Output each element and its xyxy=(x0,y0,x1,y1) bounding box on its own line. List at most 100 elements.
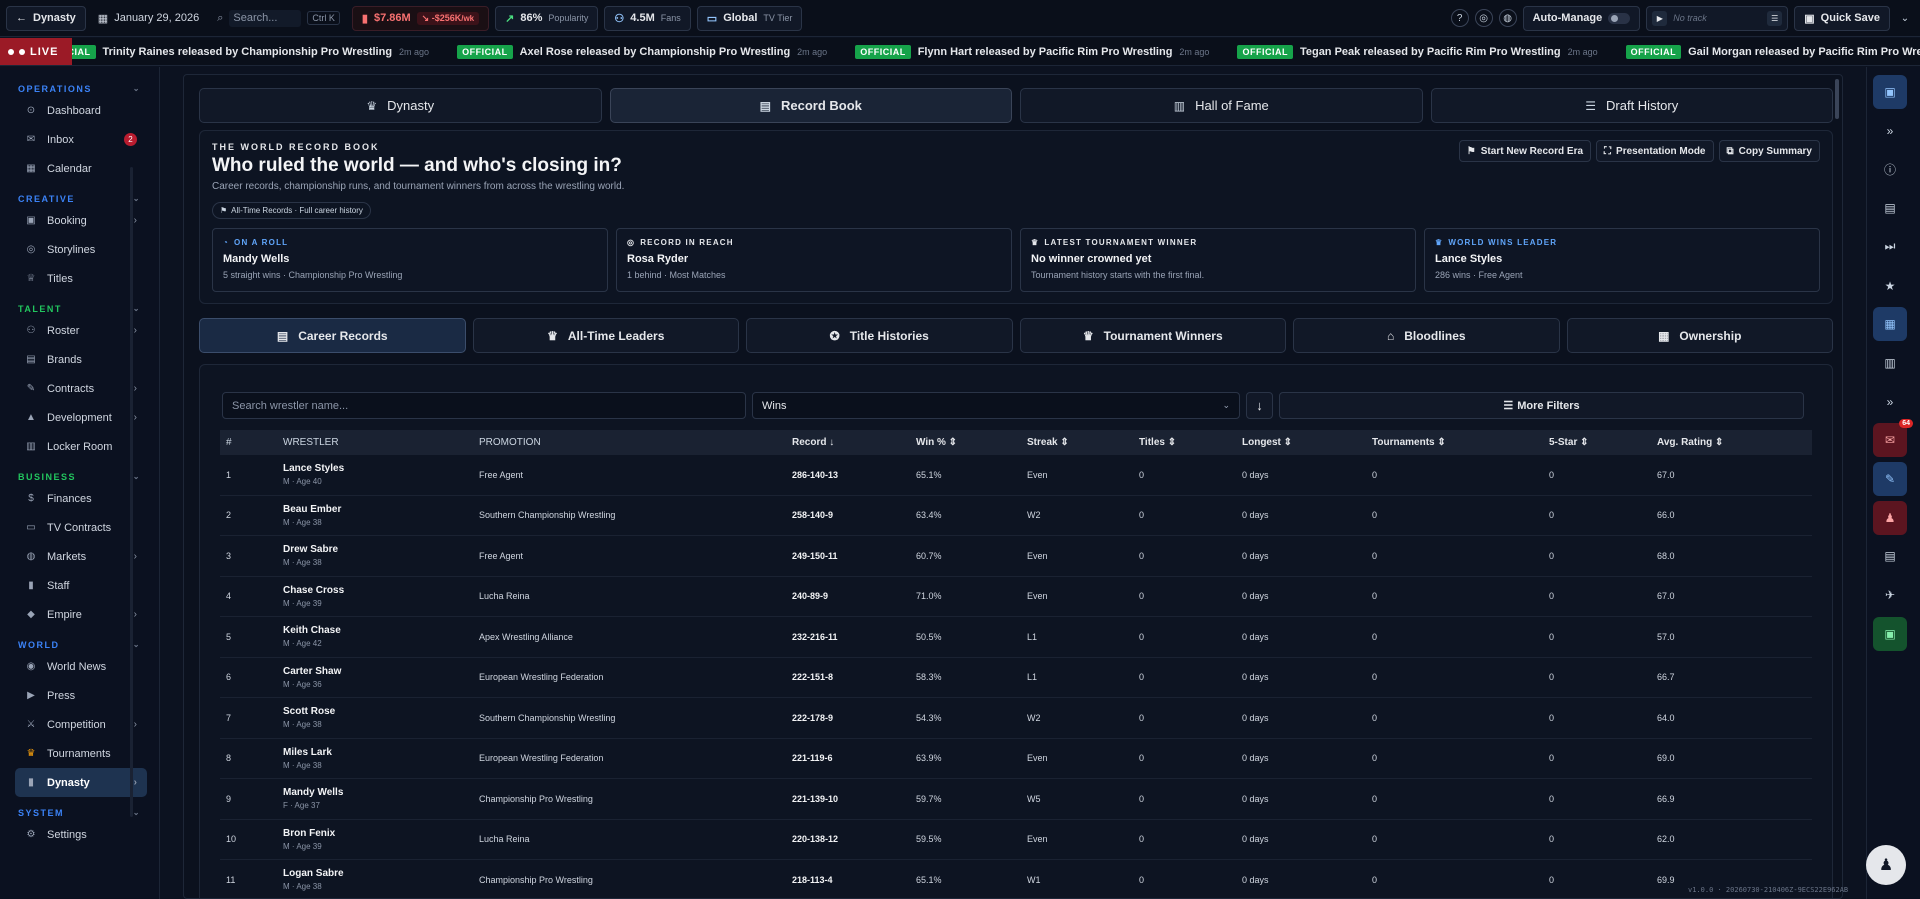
highlight-card[interactable]: ◔ ON A ROLL Mandy Wells 5 straight wins · C… xyxy=(212,228,608,292)
wrestler-name[interactable]: Keith Chase xyxy=(283,625,473,636)
music-player[interactable]: ▶ No track ☰ xyxy=(1646,5,1789,31)
sidebar-section-header[interactable]: WORLD ⌄ xyxy=(18,637,141,652)
sidebar-item-world-news[interactable]: ◉ World News xyxy=(15,652,147,681)
fans-chip[interactable]: ⚇ 4.5M Fans xyxy=(604,5,691,31)
table-row[interactable]: 1 Lance Styles M · Age 40 Free Agent 286-140… xyxy=(220,455,1812,496)
ticker-item[interactable]: OFFICIAL Axel Rose released by Championsh… xyxy=(457,45,827,59)
edit-icon[interactable]: ✎ xyxy=(1873,462,1907,496)
wrestler-name[interactable]: Chase Cross xyxy=(283,585,473,596)
sidebar-item-tournaments[interactable]: ♛ Tournaments xyxy=(15,739,147,768)
tab-all-time-leaders[interactable]: ♛ All-Time Leaders xyxy=(472,318,739,353)
sidebar-item-dynasty[interactable]: ▮ Dynasty › xyxy=(15,768,147,797)
tab-draft-history[interactable]: ☰ Draft History xyxy=(1430,88,1833,123)
play-icon[interactable]: ▶ xyxy=(1652,10,1668,26)
book-icon[interactable]: ▤ xyxy=(1873,539,1907,573)
wrestler-search-input[interactable]: Search wrestler name... xyxy=(222,392,746,419)
wrestler-cell[interactable]: Keith Chase M · Age 42 xyxy=(277,625,473,648)
sidebar-item-roster[interactable]: ⚇ Roster › xyxy=(15,316,147,345)
column-header[interactable]: Tournaments ⇕ xyxy=(1366,437,1543,448)
ticker-item[interactable]: OFFICIAL Gail Morgan released by Pacific … xyxy=(1625,45,1920,59)
sort-direction-button[interactable]: ↓ xyxy=(1246,392,1273,419)
presentation-mode-button[interactable]: ⛶ Presentation Mode xyxy=(1596,140,1714,162)
sidebar-section-header[interactable]: OPERATIONS ⌄ xyxy=(18,81,141,96)
sidebar-item-markets[interactable]: ◍ Markets › xyxy=(15,542,147,571)
global-search[interactable]: ⌕ Search... Ctrl K xyxy=(211,6,346,31)
sidebar-item-settings[interactable]: ⚙ Settings xyxy=(15,820,147,849)
sidebar-item-tv-contracts[interactable]: ▭ TV Contracts xyxy=(15,513,147,542)
wrestler-name[interactable]: Bron Fenix xyxy=(283,828,473,839)
ticker-item[interactable]: OFFICIALTrinity Raines released by Champ… xyxy=(40,45,429,59)
sidebar-item-locker-room[interactable]: ▥ Locker Room xyxy=(15,432,147,461)
profile-fab[interactable]: ♟ xyxy=(1866,845,1906,885)
tab-ownership[interactable]: ▦ Ownership xyxy=(1566,318,1833,353)
sort-select[interactable]: Wins ⌄ xyxy=(752,392,1240,419)
wrestler-cell[interactable]: Mandy Wells F · Age 37 xyxy=(277,787,473,810)
wrestler-cell[interactable]: Bron Fenix M · Age 39 xyxy=(277,828,473,851)
tab-title-histories[interactable]: ✪ Title Histories xyxy=(746,318,1013,353)
highlight-card[interactable]: ◎ RECORD IN REACH Rosa Ryder 1 behind · Mos… xyxy=(616,228,1012,292)
table-row[interactable]: 10 Bron Fenix M · Age 39 Lucha Reina 220-138… xyxy=(220,820,1812,860)
wrestler-cell[interactable]: Drew Sabre M · Age 38 xyxy=(277,544,473,567)
sidebar-section-header[interactable]: TALENT ⌄ xyxy=(18,301,141,316)
tab-dynasty[interactable]: ♛ Dynasty xyxy=(199,88,602,123)
quick-save-button[interactable]: ▣ Quick Save xyxy=(1794,5,1890,31)
column-header[interactable]: Avg. Rating ⇕ xyxy=(1651,437,1812,448)
sidebar-item-press[interactable]: ▶ Press xyxy=(15,681,147,710)
table-row[interactable]: 5 Keith Chase M · Age 42 Apex Wrestling All… xyxy=(220,617,1812,658)
sidebar-item-storylines[interactable]: ◎ Storylines xyxy=(15,235,147,264)
plane-icon[interactable]: ✈ xyxy=(1873,578,1907,612)
ticker-item[interactable]: OFFICIAL Tegan Peak released by Pacific R… xyxy=(1237,45,1598,59)
sidebar-item-dashboard[interactable]: ⊙ Dashboard xyxy=(15,96,147,125)
column-header[interactable]: 5-Star ⇕ xyxy=(1543,437,1651,448)
scope-pill[interactable]: ⚑ All-Time Records · Full career history xyxy=(212,202,371,219)
back-button[interactable]: ← Dynasty xyxy=(6,5,86,31)
wrestler-name[interactable]: Scott Rose xyxy=(283,706,473,717)
sidebar-section-header[interactable]: SYSTEM ⌄ xyxy=(18,805,141,820)
finance-chip[interactable]: ▮ $7.86M ↘ -$256K/wk xyxy=(351,5,490,31)
table-row[interactable]: 6 Carter Shaw M · Age 36 European Wrestling… xyxy=(220,658,1812,698)
sidebar-item-booking[interactable]: ▣ Booking › xyxy=(15,206,147,235)
sidebar-section-header[interactable]: BUSINESS ⌄ xyxy=(18,469,141,484)
sidebar-section-header[interactable]: CREATIVE ⌄ xyxy=(18,191,141,206)
layout-icon[interactable]: ▣ xyxy=(1873,75,1907,109)
sidebar-item-contracts[interactable]: ✎ Contracts › xyxy=(15,374,147,403)
wrestler-cell[interactable]: Beau Ember M · Age 38 xyxy=(277,504,473,527)
wrestler-name[interactable]: Logan Sabre xyxy=(283,868,473,879)
wrestler-name[interactable]: Lance Styles xyxy=(283,463,473,474)
chevron-down-icon[interactable]: ⌄ xyxy=(1896,9,1914,27)
table-row[interactable]: 4 Chase Cross M · Age 39 Lucha Reina 240-89-… xyxy=(220,577,1812,617)
clipboard-icon[interactable]: ▤ xyxy=(1873,191,1907,225)
table-row[interactable]: 11 Logan Sabre M · Age 38 Championship Pro … xyxy=(220,860,1812,898)
tab-hall-of-fame[interactable]: ▥ Hall of Fame xyxy=(1020,88,1423,123)
column-header[interactable]: Longest ⇕ xyxy=(1236,437,1366,448)
calendar-icon[interactable]: ▦ xyxy=(1873,307,1907,342)
toggle-switch[interactable] xyxy=(1608,12,1631,24)
wrestler-cell[interactable]: Scott Rose M · Age 38 xyxy=(277,706,473,729)
sidebar-item-titles[interactable]: ♕ Titles xyxy=(15,264,147,293)
scrollbar-thumb[interactable] xyxy=(1835,79,1839,119)
globe-icon[interactable]: ◍ xyxy=(1498,9,1517,27)
sidebar-item-inbox[interactable]: ✉ Inbox 2 xyxy=(15,125,147,154)
highlight-card[interactable]: ♛ LATEST TOURNAMENT WINNER No winner crown… xyxy=(1020,228,1416,292)
wrestler-cell[interactable]: Miles Lark M · Age 38 xyxy=(277,747,473,770)
table-row[interactable]: 3 Drew Sabre M · Age 38 Free Agent 249-150-1… xyxy=(220,536,1812,577)
ticker-item[interactable]: OFFICIAL Flynn Hart released by Pacific R… xyxy=(855,45,1209,59)
wrestler-cell[interactable]: Chase Cross M · Age 39 xyxy=(277,585,473,608)
fast-forward-icon[interactable]: » xyxy=(1873,385,1907,419)
table-row[interactable]: 7 Scott Rose M · Age 38 Southern Championsh… xyxy=(220,698,1812,739)
sidebar-item-calendar[interactable]: ▦ Calendar xyxy=(15,154,147,183)
copy-summary-button[interactable]: ⧉ Copy Summary xyxy=(1718,140,1820,162)
wrestler-name[interactable]: Beau Ember xyxy=(283,504,473,515)
playlist-icon[interactable]: ☰ xyxy=(1767,10,1783,26)
skip-icon[interactable]: ⏭ xyxy=(1873,230,1907,264)
wrestler-name[interactable]: Carter Shaw xyxy=(283,666,473,677)
column-header[interactable]: Win % ⇕ xyxy=(910,437,1021,448)
sidebar-item-development[interactable]: ▲ Development › xyxy=(15,403,147,432)
sidebar-scrollbar[interactable] xyxy=(130,167,133,817)
wrestler-name[interactable]: Drew Sabre xyxy=(283,544,473,555)
more-filters-button[interactable]: ☰ More Filters xyxy=(1279,392,1804,419)
popularity-chip[interactable]: ↗ 86% Popularity xyxy=(495,5,599,31)
tv-tier-chip[interactable]: ▭ Global TV Tier xyxy=(696,5,803,31)
column-header[interactable]: Titles ⇕ xyxy=(1133,437,1236,448)
table-row[interactable]: 9 Mandy Wells F · Age 37 Championship Pro W… xyxy=(220,779,1812,820)
